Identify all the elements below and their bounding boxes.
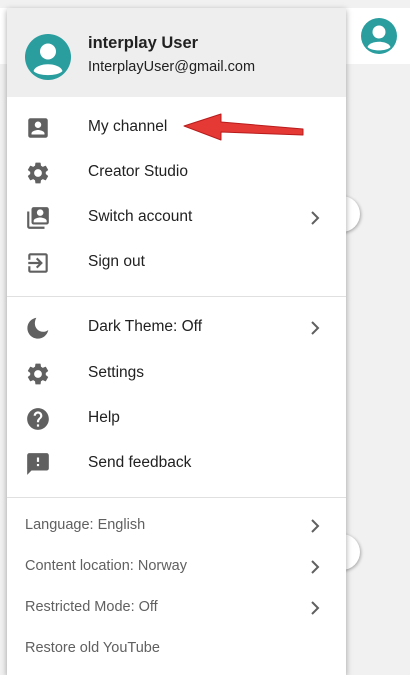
help-icon [25, 406, 51, 432]
chevron-right-icon [305, 597, 325, 619]
footer-item-label: Restore old YouTube [25, 640, 160, 656]
sign-out-icon [25, 250, 51, 276]
menu-item-language[interactable]: Language: English [7, 506, 346, 546]
chevron-right-icon [305, 207, 325, 229]
divider [7, 296, 346, 297]
menu-item-help[interactable]: Help [7, 397, 346, 441]
menu-item-dark-theme[interactable]: Dark Theme: Off [7, 306, 346, 350]
person-box-icon [25, 115, 51, 141]
account-email: InterplayUser@gmail.com [88, 59, 256, 75]
footer-item-label: Restricted Mode: Off [25, 599, 158, 615]
feedback-icon [25, 451, 51, 477]
menu-item-label: My channel [88, 118, 168, 135]
menu-item-label: Switch account [88, 208, 193, 225]
moon-icon [25, 315, 51, 341]
chevron-right-icon [305, 556, 325, 578]
menu-item-restricted-mode[interactable]: Restricted Mode: Off [7, 588, 346, 628]
menu-item-label: Help [88, 409, 120, 426]
account-menu: interplay User InterplayUser@gmail.com M… [7, 8, 346, 675]
switch-account-icon [25, 205, 51, 231]
menu-item-content-location[interactable]: Content location: Norway [7, 547, 346, 587]
menu-item-restore-old-youtube[interactable]: Restore old YouTube [7, 629, 346, 669]
avatar-icon [25, 34, 71, 80]
menu-item-switch-account[interactable]: Switch account [7, 196, 346, 240]
chevron-right-icon [305, 317, 325, 339]
menu-item-send-feedback[interactable]: Send feedback [7, 442, 346, 486]
masthead-avatar-icon[interactable] [361, 18, 397, 54]
gear-icon [25, 160, 51, 186]
divider [7, 497, 346, 498]
account-name: interplay User [88, 34, 199, 52]
footer-item-label: Language: English [25, 517, 146, 533]
menu-item-label: Settings [88, 364, 145, 381]
menu-item-label: Sign out [88, 253, 145, 270]
menu-item-creator-studio[interactable]: Creator Studio [7, 151, 346, 195]
menu-item-label: Send feedback [88, 454, 192, 471]
annotation-arrow-icon [181, 111, 306, 147]
menu-item-label: Dark Theme: Off [88, 318, 202, 335]
account-header: interplay User InterplayUser@gmail.com [7, 8, 346, 97]
footer-item-label: Content location: Norway [25, 558, 187, 574]
menu-item-sign-out[interactable]: Sign out [7, 241, 346, 285]
gear-icon [25, 361, 51, 387]
menu-item-settings[interactable]: Settings [7, 352, 346, 396]
chevron-right-icon [305, 515, 325, 537]
menu-item-label: Creator Studio [88, 163, 188, 180]
